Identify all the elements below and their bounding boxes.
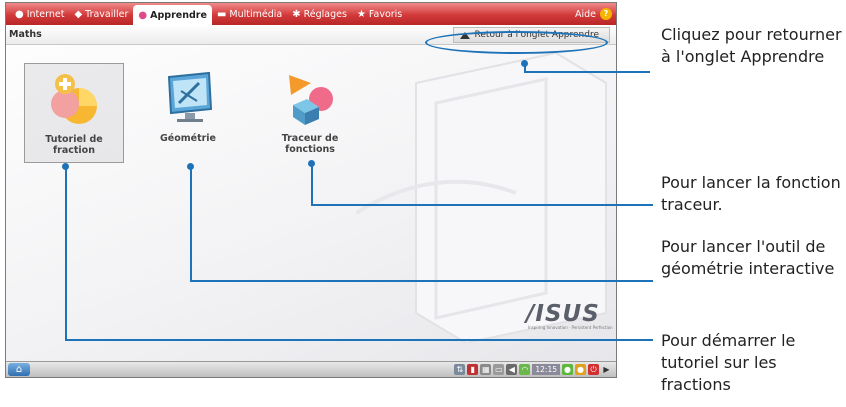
section-header: Maths Retour à l'onglet Apprendre [6, 25, 616, 45]
app-label: Tutoriel de fraction [45, 134, 103, 156]
callout-line [190, 280, 653, 282]
tab-apprendre[interactable]: ● Apprendre [133, 5, 212, 25]
wifi-icon[interactable]: ◠ [519, 364, 531, 375]
app-function-plotter[interactable]: Traceur de fonctions [260, 63, 360, 163]
back-button-label: Retour à l'onglet Apprendre [474, 30, 599, 40]
volume-icon[interactable]: ◀ [506, 364, 518, 375]
home-button[interactable]: ⌂ [8, 363, 30, 376]
asus-tagline: Inspiring Innovation · Persistent Perfec… [528, 325, 613, 330]
geometry-icon [167, 71, 213, 122]
clock[interactable]: 12:15 [532, 364, 560, 375]
home-icon: ⌂ [15, 364, 23, 375]
callout-line [311, 204, 653, 206]
callout-line [311, 163, 313, 205]
section-title: Maths [9, 29, 42, 40]
keyboard-icon[interactable]: ▦ [480, 364, 492, 375]
help-button[interactable]: Aide ? [570, 5, 616, 23]
tab-label: Internet [26, 8, 65, 20]
callout-line [65, 166, 67, 340]
arrow-right-icon[interactable]: ▶ [601, 364, 612, 375]
tab-internet[interactable]: ● Internet [10, 5, 69, 23]
callout-back-text: Cliquez pour retourner à l'onglet Appren… [661, 25, 842, 66]
function-plotter-icon [289, 75, 333, 125]
callout-fraction-text: Pour démarrer le tutoriel sur les fracti… [661, 331, 796, 394]
battery-icon[interactable]: ▮ [467, 364, 479, 375]
status-yellow-icon[interactable]: ● [575, 364, 586, 375]
callout-geometry-text: Pour lancer l'outil de géométrie interac… [661, 237, 835, 278]
tab-multimedia[interactable]: ▬ Multimédia [212, 5, 287, 23]
background-decoration [356, 51, 607, 343]
learn-icon: ● [138, 9, 148, 21]
back-to-apprendre-button[interactable]: Retour à l'onglet Apprendre [452, 27, 610, 43]
settings-icon: ✱ [292, 8, 301, 20]
callout-line [524, 71, 650, 73]
shutdown-icon[interactable]: ⏻ [588, 364, 599, 375]
app-label: Traceur de fonctions [281, 133, 339, 155]
taskbar: ⌂ ⇅ ▮ ▦ ▭ ◀ ◠ 12:15 ● ● ⏻ ▶ [6, 361, 616, 377]
tab-label: Réglages [303, 8, 347, 20]
tab-reglages[interactable]: ✱ Réglages [287, 5, 352, 23]
callout-line [65, 339, 653, 341]
fraction-tutorial-icon [51, 74, 97, 124]
up-arrow-icon [459, 31, 470, 39]
tab-label: Travailler [85, 8, 129, 20]
display-icon[interactable]: ▭ [493, 364, 505, 375]
network-icon[interactable]: ⇅ [454, 364, 466, 375]
app-label: Géométrie [159, 133, 217, 144]
status-green-icon[interactable]: ● [562, 364, 573, 375]
asus-logo: /ISUS [526, 301, 600, 327]
help-label: Aide [574, 8, 596, 20]
work-icon: ◆ [74, 8, 83, 20]
callout-line [190, 166, 192, 281]
app-fraction-tutorial[interactable]: Tutoriel de fraction [24, 63, 124, 163]
star-icon: ★ [356, 8, 366, 20]
system-tray: ⇅ ▮ ▦ ▭ ◀ ◠ 12:15 ● ● ⏻ ▶ [454, 363, 612, 376]
help-icon: ? [600, 8, 612, 20]
globe-icon: ● [15, 8, 24, 20]
callout-plotter-text: Pour lancer la fonction traceur. [661, 173, 841, 214]
media-icon: ▬ [216, 8, 227, 20]
app-geometry[interactable]: Géométrie [138, 63, 238, 163]
tab-label: Apprendre [150, 9, 207, 21]
tab-travailler[interactable]: ◆ Travailler [69, 5, 133, 23]
tab-label: Favoris [368, 8, 403, 20]
tab-favoris[interactable]: ★ Favoris [352, 5, 407, 23]
tab-bar: ● Internet ◆ Travailler ● Apprendre ▬ Mu… [6, 3, 616, 25]
tab-label: Multimédia [229, 8, 283, 20]
